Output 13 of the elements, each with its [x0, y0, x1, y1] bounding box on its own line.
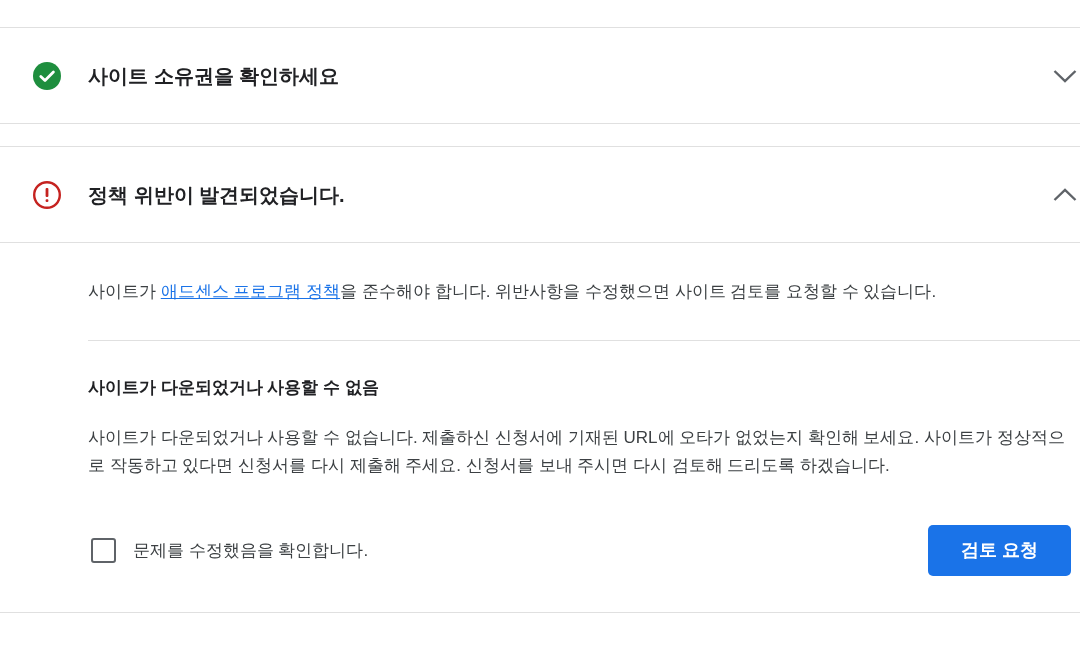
section-title[interactable]: 사이트 소유권을 확인하세요 — [88, 61, 1053, 90]
check-circle-icon — [33, 61, 61, 90]
error-icon — [33, 180, 61, 209]
chevron-up-icon[interactable] — [1053, 187, 1077, 202]
section-title[interactable]: 정책 위반이 발견되었습니다. — [88, 180, 1053, 209]
intro-text: 사이트가 애드센스 프로그램 정책을 준수해야 합니다. 위반사항을 수정했으면 사이트 검토를 요청할 수 있습니다. — [88, 281, 938, 303]
policy-link[interactable]: 애드센스 프로그램 정책 — [160, 282, 341, 301]
chevron-down-icon[interactable] — [1053, 68, 1077, 83]
request-review-button[interactable]: 검토 요청 — [928, 525, 1071, 576]
issue-heading: 사이트가 다운되었거나 사용할 수 없음 — [88, 377, 380, 399]
issue-description: 사이트가 다운되었거나 사용할 수 없습니다. 제출하신 신청서에 기재된 URL에 오타가 없었는지 확인해 보세요. 사이트가 정상적으로 작동하고 있다면 신청서를 다시 제출해 주세요. 신청서를 보내 주시면 다시 검토해 드리도록 하겠습니다. — [88, 427, 1066, 477]
checkbox-label[interactable]: 문제를 수정했음을 확인합니다. — [133, 536, 928, 565]
checkbox[interactable] — [91, 538, 116, 563]
